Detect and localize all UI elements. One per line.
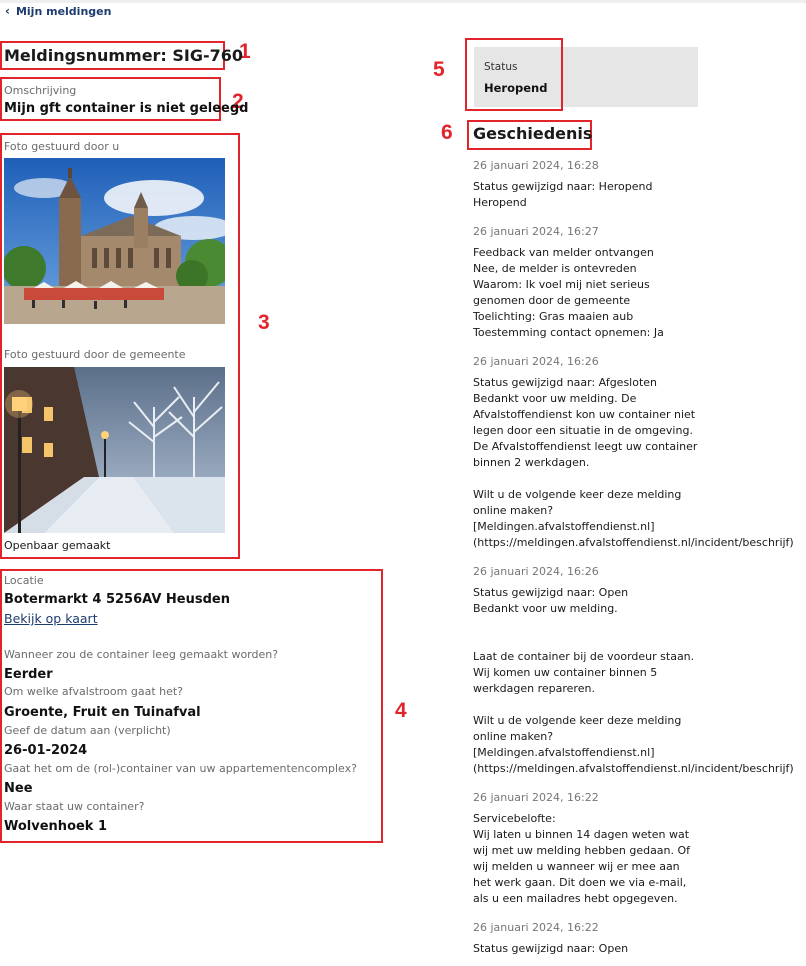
question-1: Wanneer zou de container leeg gemaakt wo… [4,648,279,661]
answer-3: 26-01-2024 [4,743,88,758]
answer-1: Eerder [4,667,53,682]
chevron-left-icon: ‹ [5,4,10,18]
annotation-number-6: 6 [441,121,453,144]
snow-street-image [4,367,225,533]
description-value: Mijn gft container is niet geleegd [4,101,249,116]
history-entry: 26 januari 2024, 16:27 Feedback van melde… [473,225,803,341]
history-line: wij melden u wanneer wij er mee aan [473,860,680,873]
history-line: Heropend [473,196,527,209]
history-title: Geschiedenis [473,124,593,143]
annotation-number-4: 4 [395,699,407,722]
history-line: legen door een situatie in de omgeving. [473,424,693,437]
history-line [473,697,803,713]
history-entry: 26 januari 2024, 16:22 Status gewijzigd n… [473,921,803,957]
history-line: Status gewijzigd naar: Open [473,586,629,599]
history-line: Toestemming contact opnemen: Ja [473,326,664,339]
answer-5: Wolvenhoek 1 [4,819,108,834]
public-label: Openbaar gemaakt [4,539,111,552]
history-line: het werk gaan. Dit doen we via e-mail, [473,876,687,889]
answer-4: Nee [4,781,33,796]
question-3: Geef de datum aan (verplicht) [4,724,171,737]
description-label: Omschrijving [4,84,77,97]
history-line: (https://meldingen.afvalstoffendienst.nl… [473,762,794,775]
history-line [473,633,803,649]
history-date: 26 januari 2024, 16:28 [473,159,599,172]
history-line: Bedankt voor uw melding. [473,602,618,615]
view-on-map-link[interactable]: Bekijk op kaart [4,611,98,626]
history-line: Wilt u de volgende keer deze melding [473,714,682,727]
question-4: Gaat het om de (rol-)container van uw ap… [4,762,357,775]
history-line: Wij komen uw container binnen 5 [473,666,658,679]
annotation-box-5 [465,38,563,111]
history-date: 26 januari 2024, 16:27 [473,225,599,238]
history-line: (https://meldingen.afvalstoffendienst.nl… [473,536,794,549]
history-entry: 26 januari 2024, 16:22 Servicebelofte: Wij… [473,791,803,907]
answer-2: Groente, Fruit en Tuinafval [4,705,201,720]
history-line: werkdagen repareren. [473,682,595,695]
history-line: Bedankt voor uw melding. De [473,392,637,405]
back-link-label: Mijn meldingen [15,4,112,18]
municipality-photo-label: Foto gestuurd door de gemeente [4,348,186,361]
question-5: Waar staat uw container? [4,800,145,813]
history-entry: 26 januari 2024, 16:26 Status gewijzigd n… [473,355,803,551]
history-line: [Meldingen.afvalstoffendienst.nl] [473,520,655,533]
history-line: Wij laten u binnen 14 dagen weten wat [473,828,690,841]
history-date: 26 januari 2024, 16:22 [473,921,599,934]
history-line [473,617,803,633]
history-line: wij met uw melding hebben gedaan. Of [473,844,691,857]
history-line: Feedback van melder ontvangen [473,246,654,259]
history-line: binnen 2 werkdagen. [473,456,590,469]
history-line: als u een mailadres hebt opgegeven. [473,892,678,905]
user-photo-label: Foto gestuurd door u [4,140,120,153]
history-line: De Afvalstoffendienst leegt uw container [473,440,698,453]
history-line: online maken? [473,504,554,517]
cathedral-image [4,158,225,324]
annotation-number-5: 5 [433,58,445,81]
back-link[interactable]: ‹ Mijn meldingen [5,4,111,18]
history-line: online maken? [473,730,554,743]
history-date: 26 januari 2024, 16:22 [473,791,599,804]
history-line: [Meldingen.afvalstoffendienst.nl] [473,746,655,759]
history-line: Servicebelofte: [473,812,556,825]
history-line: Toelichting: Gras maaien aub [473,310,634,323]
user-photo-cathedral[interactable] [4,158,225,324]
history-entry: 26 januari 2024, 16:28 Status gewijzigd n… [473,159,803,211]
history-line: Status gewijzigd naar: Heropend [473,180,653,193]
history-line: Status gewijzigd naar: Open [473,942,629,955]
history-line [473,471,803,487]
question-2: Om welke afvalstroom gaat het? [4,685,184,698]
history-line: Waarom: Ik voel mij niet serieus [473,278,650,291]
history-list: 26 januari 2024, 16:28 Status gewijzigd n… [473,159,803,966]
history-line: Nee, de melder is ontevreden [473,262,637,275]
history-line: Laat de container bij de voordeur staan. [473,650,695,663]
top-divider [0,0,806,3]
history-line: Wilt u de volgende keer deze melding [473,488,682,501]
history-entry: 26 januari 2024, 16:26 Status gewijzigd n… [473,565,803,777]
location-address: Botermarkt 4 5256AV Heusden [4,592,230,607]
history-date: 26 januari 2024, 16:26 [473,565,599,578]
location-label: Locatie [4,574,44,587]
history-date: 26 januari 2024, 16:26 [473,355,599,368]
melding-number: Meldingsnummer: SIG-760 [4,46,244,65]
municipality-photo-snow-street[interactable] [4,367,225,533]
annotation-number-3: 3 [258,311,270,334]
history-line: genomen door de gemeente [473,294,631,307]
history-line: Afvalstoffendienst kon uw container niet [473,408,696,421]
history-line: Status gewijzigd naar: Afgesloten [473,376,658,389]
